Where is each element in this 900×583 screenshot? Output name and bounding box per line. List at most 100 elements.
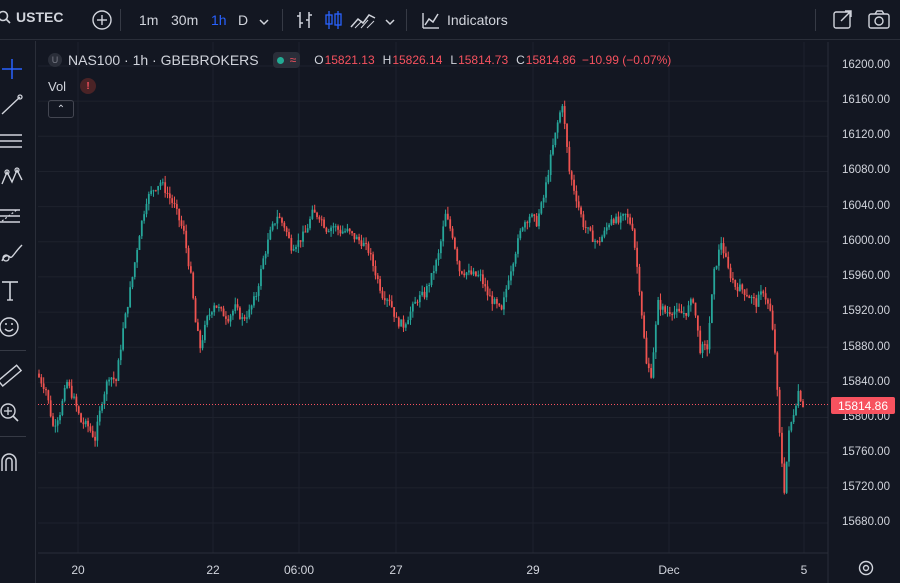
- candle-body: [460, 271, 463, 274]
- candle-body: [82, 422, 85, 425]
- candle-body: [84, 420, 87, 425]
- candle-body: [734, 280, 737, 287]
- warning-icon[interactable]: !: [80, 78, 97, 94]
- candle-body: [596, 240, 599, 242]
- candle-body: [376, 275, 379, 280]
- candle-body: [299, 240, 302, 242]
- collapse-legend-button[interactable]: ⌃: [48, 100, 74, 118]
- settings-button[interactable]: [857, 559, 875, 582]
- candle-body: [573, 179, 575, 191]
- candle-body: [610, 219, 613, 225]
- candle-body: [68, 381, 71, 386]
- price-tick-label: 16040.00: [842, 200, 890, 212]
- candle-body: [425, 286, 428, 298]
- price-tick-label: 16120.00: [842, 129, 890, 141]
- candle-body: [633, 229, 636, 248]
- candle-body: [320, 219, 323, 221]
- candle-body: [442, 226, 445, 242]
- candle-body: [538, 213, 540, 227]
- candle-body: [105, 381, 108, 395]
- candle-body: [271, 223, 274, 230]
- candle-body: [206, 316, 209, 325]
- candle-body: [479, 274, 482, 276]
- candle-body: [175, 204, 178, 209]
- candle-body: [566, 123, 568, 147]
- candle-body: [189, 266, 192, 273]
- candle-body: [664, 306, 667, 313]
- time-tick-label: 5: [800, 563, 808, 577]
- price-chart[interactable]: [0, 0, 900, 583]
- market-status-badge[interactable]: ≈: [272, 52, 301, 68]
- candle-body: [281, 217, 283, 223]
- candle-body: [362, 242, 365, 247]
- candle-body: [512, 263, 515, 272]
- candle-body: [449, 219, 452, 229]
- candle-body: [666, 312, 669, 314]
- candle-body: [432, 271, 435, 273]
- volume-label[interactable]: Vol: [48, 79, 66, 94]
- candle-body: [360, 240, 363, 247]
- candle-body: [56, 420, 59, 426]
- candle-body: [729, 267, 732, 279]
- candle-body: [274, 223, 276, 225]
- candle-body: [164, 182, 167, 193]
- candle-body: [603, 230, 606, 237]
- market-open-dot-icon: [276, 56, 284, 64]
- candle-body: [264, 253, 267, 259]
- candle-body: [496, 299, 498, 304]
- candle-body: [446, 213, 449, 220]
- legend-title[interactable]: NAS100 · 1h · GBEBROKERS: [68, 52, 259, 68]
- candle-body: [675, 308, 678, 312]
- candle-body: [161, 182, 164, 184]
- candle-body: [680, 311, 683, 314]
- candle-body: [327, 231, 330, 233]
- candle-body: [182, 225, 185, 231]
- candle-body: [547, 174, 550, 183]
- candle-body: [549, 154, 552, 175]
- candle-body: [608, 224, 610, 228]
- close-value: 15814.86: [525, 53, 576, 67]
- candle-body: [234, 304, 237, 311]
- price-tick-label: 16200.00: [842, 59, 890, 71]
- candle-body: [629, 217, 632, 224]
- candle-body: [115, 379, 118, 381]
- candle-body: [218, 307, 220, 309]
- candle-body: [390, 301, 393, 308]
- candle-body: [73, 396, 75, 398]
- candle-body: [260, 268, 262, 287]
- candle-body: [110, 377, 113, 380]
- candle-body: [696, 315, 699, 331]
- candle-body: [49, 400, 52, 417]
- price-tick-label: 16000.00: [842, 235, 890, 247]
- candle-body: [764, 293, 767, 300]
- open-key: O: [314, 53, 324, 67]
- candle-body: [491, 295, 494, 304]
- candle-body: [229, 315, 232, 322]
- candle-body: [505, 288, 508, 298]
- candle-body: [435, 259, 438, 272]
- candle-body: [306, 228, 309, 233]
- candle-body: [563, 106, 566, 124]
- candle-body: [367, 243, 370, 253]
- candle-body: [797, 390, 800, 406]
- candle-body: [313, 209, 316, 213]
- candle-body: [96, 421, 99, 441]
- price-tick-label: 15880.00: [842, 341, 890, 353]
- candle-body: [388, 299, 391, 302]
- candle-body: [453, 237, 456, 249]
- candle-body: [486, 286, 489, 296]
- candle-body: [781, 432, 783, 464]
- candle-body: [484, 284, 487, 287]
- candle-body: [334, 226, 337, 228]
- candle-body: [213, 305, 216, 313]
- candle-body: [783, 463, 786, 493]
- candle-body: [650, 368, 653, 378]
- candle-body: [792, 415, 795, 423]
- candle-body: [173, 202, 176, 205]
- candle-body: [753, 297, 755, 299]
- candle-body: [397, 317, 400, 327]
- candle-body: [463, 273, 466, 276]
- candle-body: [66, 381, 68, 389]
- candle-body: [533, 214, 536, 216]
- candle-body: [187, 248, 190, 267]
